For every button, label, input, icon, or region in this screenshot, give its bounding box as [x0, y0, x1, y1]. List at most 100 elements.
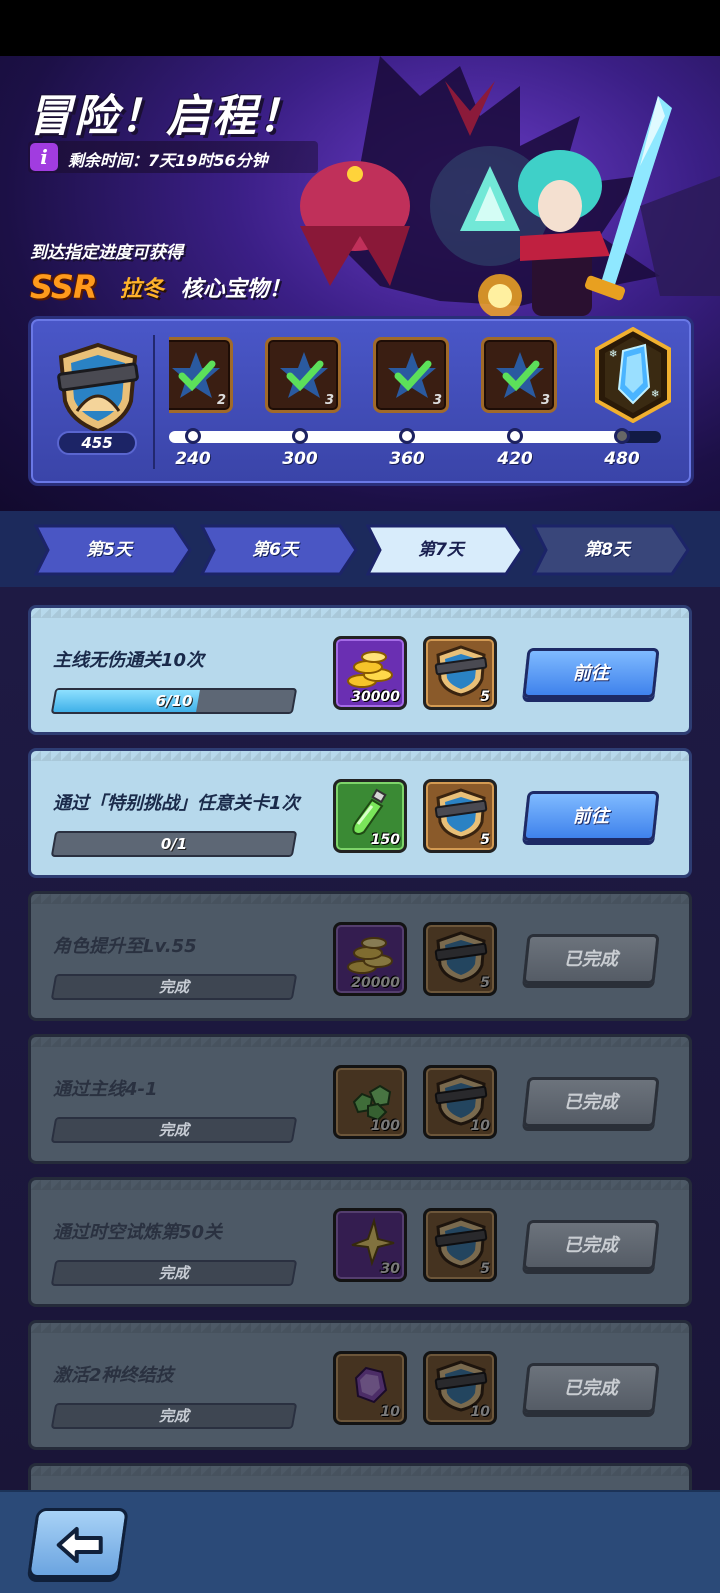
task-label: 主线无伤通关10次: [53, 650, 205, 671]
completed-button: 已完成: [522, 1077, 660, 1127]
task-progress-text: 6/10: [155, 692, 193, 710]
gold-coins-icon: [347, 937, 393, 974]
task-list[interactable]: 主线无伤通关10次 6/10 30000 5 前往 通过「特别挑战」任意关卡1次…: [0, 587, 720, 1490]
reward-gems: 100: [333, 1065, 407, 1139]
bottom-bar: [0, 1490, 720, 1593]
milestone-label: 420: [497, 449, 533, 469]
go-button-label: 前往: [572, 663, 609, 684]
hero-name: 拉冬: [119, 277, 164, 302]
completed-button-label: 已完成: [563, 1235, 618, 1256]
completed-button-label: 已完成: [563, 949, 618, 970]
tier-reward[interactable]: 3: [265, 337, 341, 413]
task-progress-bar: 完成: [50, 1403, 298, 1429]
milestone-node: [292, 428, 308, 444]
task-item: 角色提升至Lv.55 完成 20000 5 已完成: [28, 891, 692, 1021]
time-remaining-text: 剩余时间：7天19时56分钟: [68, 151, 268, 170]
reward-amount: 5: [480, 832, 490, 848]
tier-reward[interactable]: 2: [169, 337, 233, 413]
reward-amount: 30: [380, 1261, 400, 1277]
reward-amount: 10: [470, 1118, 490, 1134]
completed-button-label: 已完成: [563, 1378, 618, 1399]
reward-badge[interactable]: 5: [423, 779, 497, 853]
card-pattern: [31, 1180, 689, 1190]
go-button[interactable]: 前往: [522, 648, 660, 698]
milestone-label: 360: [389, 449, 425, 469]
reward-badge[interactable]: 5: [423, 636, 497, 710]
tab-day-6[interactable]: 第6天: [200, 524, 358, 576]
tier-count: 3: [540, 393, 550, 408]
reward-amount: 5: [480, 689, 490, 705]
task-item: 通过「特别挑战」任意关卡1次 0/1 150 5 前往: [28, 748, 692, 878]
reward-badge: 10: [423, 1065, 497, 1139]
task-progress-text: 完成: [158, 1121, 189, 1139]
task-progress-text: 完成: [158, 978, 189, 996]
star-shard-icon: [351, 1217, 395, 1267]
task-progress-bar: 完成: [50, 974, 298, 1000]
reward-amount: 10: [380, 1404, 400, 1420]
task-item: 激活2种终结技 完成 10 10 已完成: [28, 1320, 692, 1450]
card-pattern: [31, 1037, 689, 1047]
tab-label: 第6天: [252, 540, 298, 560]
task-label: 通过时空试炼第50关: [53, 1222, 223, 1243]
check-icon: [172, 352, 220, 398]
progress-panel: 455 2 3 3 3 ❄ ❄ 240 300 360 420 480: [28, 316, 694, 486]
card-pattern: [31, 1323, 689, 1333]
tier-reward[interactable]: 3: [373, 337, 449, 413]
reward-gold: 20000: [333, 922, 407, 996]
info-icon[interactable]: i: [30, 143, 58, 171]
task-progress-text: 完成: [158, 1407, 189, 1425]
check-icon: [496, 352, 544, 398]
reward-amount: 30000: [351, 689, 400, 705]
task-label: 激活2种终结技: [53, 1365, 174, 1386]
check-icon: [280, 352, 328, 398]
task-progress-bar: 6/10: [50, 688, 298, 714]
completed-button: 已完成: [522, 1220, 660, 1270]
reward-amount: 5: [480, 975, 490, 991]
tab-label: 第8天: [584, 540, 630, 560]
reward-star-shard: 30: [333, 1208, 407, 1282]
go-button[interactable]: 前往: [522, 791, 660, 841]
completed-button-label: 已完成: [563, 1092, 618, 1113]
svg-text:❄: ❄: [651, 389, 659, 400]
tab-label: 第7天: [418, 540, 464, 560]
reward-gold[interactable]: 30000: [333, 636, 407, 710]
reward-badge: 5: [423, 922, 497, 996]
back-arrow-icon: [56, 1527, 103, 1563]
core-treasure-reward[interactable]: ❄ ❄: [593, 327, 673, 423]
tab-day-8[interactable]: 第8天: [532, 524, 690, 576]
back-button[interactable]: [27, 1508, 129, 1578]
reward-badge: 5: [423, 1208, 497, 1282]
go-button-label: 前往: [572, 806, 609, 827]
card-pattern: [31, 1466, 689, 1476]
reach-progress-text: 到达指定进度可获得: [30, 243, 183, 263]
tier-count: 3: [432, 393, 442, 408]
reward-amount: 100: [370, 1118, 400, 1134]
reward-amount: 10: [470, 1404, 490, 1420]
milestone-label: 240: [175, 449, 211, 469]
svg-text:❄: ❄: [609, 349, 617, 360]
tab-day-7[interactable]: 第7天: [366, 524, 524, 576]
task-item: 主线无伤通关10次 6/10 30000 5 前往: [28, 605, 692, 735]
tab-day-5[interactable]: 第5天: [34, 524, 192, 576]
task-item: [28, 1463, 692, 1490]
task-item: 通过主线4-1 完成 100 10 已完成: [28, 1034, 692, 1164]
event-title: 冒险！启程！: [28, 91, 304, 142]
tab-label: 第5天: [86, 540, 132, 560]
task-progress-bar: 完成: [50, 1260, 298, 1286]
milestone-node: [614, 428, 630, 444]
tier-count: 2: [216, 393, 226, 408]
tier-count: 3: [324, 393, 334, 408]
reward-amount: 20000: [351, 975, 400, 991]
purple-crystal-icon: [354, 1366, 388, 1404]
check-icon: [388, 352, 436, 398]
milestone-node: [185, 428, 201, 444]
reward-crystal: 10: [333, 1351, 407, 1425]
completed-button: 已完成: [522, 1363, 660, 1413]
completed-button: 已完成: [522, 934, 660, 984]
reward-potion[interactable]: 150: [333, 779, 407, 853]
core-treasure-text: 核心宝物！: [180, 277, 291, 302]
task-progress-bar: 0/1: [50, 831, 298, 857]
tier-reward[interactable]: 3: [481, 337, 557, 413]
gold-coins-icon: [347, 651, 393, 688]
milestone-node: [507, 428, 523, 444]
